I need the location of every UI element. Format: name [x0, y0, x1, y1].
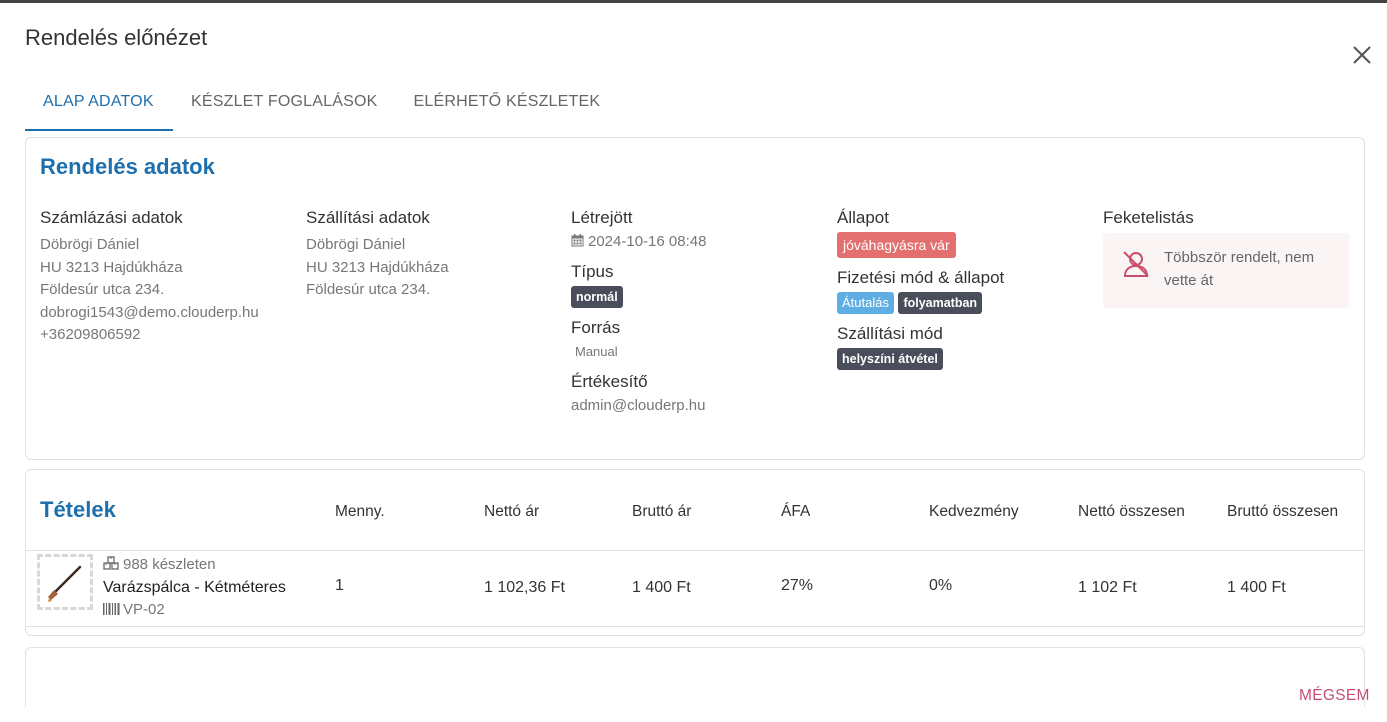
cell-gross-price: 1 400 Ft: [632, 579, 691, 596]
seller-value: admin@clouderp.hu: [571, 397, 706, 414]
shipping-street: Földesúr utca 234.: [306, 281, 431, 298]
items-title: Tételek: [40, 497, 116, 522]
col-header-net-total: Nettó összesen: [1078, 503, 1185, 520]
source-value: Manual: [575, 344, 618, 359]
shipping-city: HU 3213 Hajdúkháza: [306, 258, 449, 276]
billing-email: dobrogi1543@demo.clouderp.hu: [40, 303, 259, 321]
tab-stock-reservations[interactable]: KÉSZLET FOGLALÁSOK: [173, 79, 395, 131]
sku-value: VP-02: [123, 601, 165, 618]
calendar-icon: [571, 234, 584, 247]
type-heading: Típus: [571, 262, 614, 281]
created-heading: Létrejött: [571, 208, 633, 227]
cell-qty: 1: [335, 577, 344, 594]
source-heading: Forrás: [571, 318, 621, 337]
payment-heading: Fizetési mód & állapot: [837, 268, 1005, 287]
cell-net-price: 1 102,36 Ft: [484, 579, 565, 596]
barcode-icon: [103, 603, 120, 615]
cell-vat: 27%: [781, 577, 814, 594]
col-header-discount: Kedvezmény: [929, 503, 1019, 520]
next-section-card: [25, 647, 1365, 707]
billing-heading: Számlázási adatok: [40, 208, 183, 227]
blacklist-column: Feketelistás: [1103, 208, 1353, 234]
payment-state-badge: folyamatban: [898, 292, 983, 314]
items-header: Tételek Menny. Nettó ár Bruttó ár ÁFA Ke…: [26, 470, 1364, 551]
dialog-title: Rendelés előnézet: [25, 25, 208, 50]
warehouse-icon: [103, 556, 119, 570]
items-card: Tételek Menny. Nettó ár Bruttó ár ÁFA Ke…: [25, 469, 1365, 636]
tab-basic-data[interactable]: ALAP ADATOK: [25, 79, 173, 131]
billing-city: HU 3213 Hajdúkháza: [40, 258, 183, 276]
status-column: Állapot jóváhagyásra vár Fizetési mód & …: [837, 208, 1087, 370]
cell-net-total: 1 102 Ft: [1078, 579, 1137, 596]
wand-image: [48, 565, 82, 602]
col-header-gross-price: Bruttó ár: [632, 503, 692, 520]
table-row[interactable]: 988 készleten Varázspálca - Kétméteres V…: [26, 551, 1364, 627]
created-value-row: 2024-10-16 08:48: [571, 232, 821, 252]
blacklist-text: Többször rendelt, nem vette át: [1164, 249, 1315, 289]
col-header-qty: Menny.: [335, 503, 385, 520]
shipping-name: Döbrögi Dániel: [306, 236, 406, 253]
delivery-badge: helyszíni átvétel: [837, 348, 943, 370]
shipping-column: Szállítási adatok Döbrögi Dániel HU 3213…: [306, 208, 556, 302]
product-thumbnail: [37, 554, 93, 610]
seller-heading: Értékesítő: [571, 372, 648, 391]
type-badge: normál: [571, 286, 623, 308]
meta-column: Létrejött 2024-10-16 08:48 Típus normál …: [571, 208, 821, 416]
close-button[interactable]: [1348, 41, 1376, 69]
created-value: 2024-10-16 08:48: [588, 233, 707, 250]
order-data-title: Rendelés adatok: [40, 154, 215, 179]
sku-info: VP-02: [103, 601, 165, 618]
status-heading: Állapot: [837, 208, 889, 227]
delivery-heading: Szállítási mód: [837, 324, 943, 343]
col-header-net-price: Nettó ár: [484, 503, 540, 520]
billing-phone: +36209806592: [40, 326, 141, 343]
col-header-gross-total: Bruttó összesen: [1227, 503, 1339, 520]
status-badge: jóváhagyásra vár: [837, 232, 956, 258]
user-blocked-icon: [1123, 251, 1149, 277]
billing-street: Földesúr utca 234.: [40, 281, 165, 298]
billing-name: Döbrögi Dániel: [40, 236, 140, 253]
tab-available-stock[interactable]: ELÉRHETŐ KÉSZLETEK: [395, 79, 618, 131]
stock-info: 988 készleten: [103, 555, 216, 573]
close-icon: [1353, 46, 1371, 64]
blacklist-warning: Többször rendelt, nem vette át: [1103, 233, 1349, 308]
shipping-heading: Szállítási adatok: [306, 208, 430, 227]
order-data-card: Rendelés adatok Számlázási adatok Döbrög…: [25, 137, 1365, 460]
cancel-button[interactable]: MÉGSEM: [1299, 687, 1370, 705]
col-header-vat: ÁFA: [781, 503, 811, 520]
order-preview-dialog: Rendelés előnézet ALAP ADATOK KÉSZLET FO…: [0, 3, 1387, 722]
billing-column: Számlázási adatok Döbrögi Dániel HU 3213…: [40, 208, 290, 347]
product-name: Varázspálca - Kétméteres: [103, 579, 286, 596]
blacklist-heading: Feketelistás: [1103, 208, 1194, 227]
stock-count: 988 készleten: [123, 556, 216, 573]
cell-gross-total: 1 400 Ft: [1227, 579, 1286, 596]
tab-bar: ALAP ADATOK KÉSZLET FOGLALÁSOK ELÉRHETŐ …: [25, 79, 618, 131]
payment-method-badge: Átutalás: [837, 292, 894, 314]
cell-discount: 0%: [929, 577, 953, 594]
